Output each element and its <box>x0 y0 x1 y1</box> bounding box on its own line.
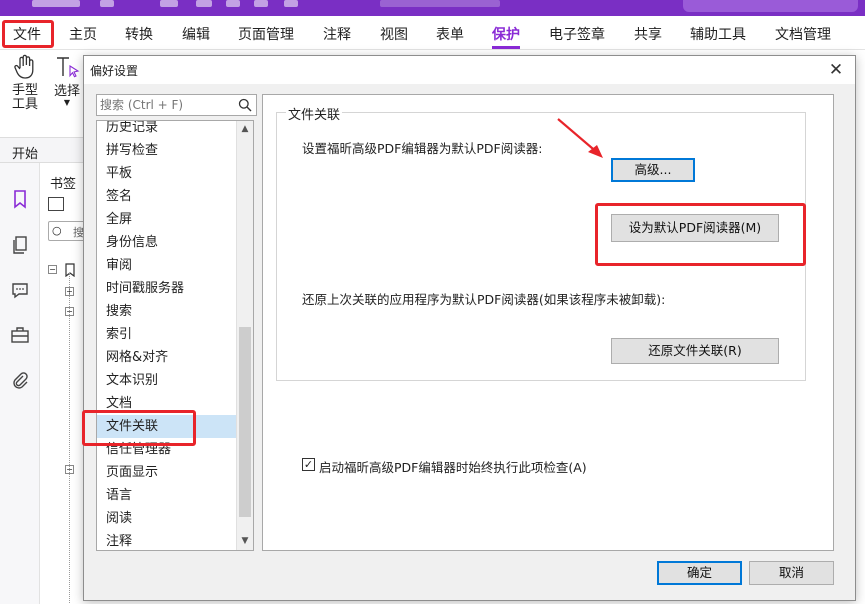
startup-check-checkbox[interactable]: ✓ <box>302 458 315 471</box>
highlight-box-file-menu <box>2 20 54 48</box>
hand-tool-button[interactable]: 手型 工具 <box>8 54 42 112</box>
highlight-box-category <box>82 410 196 446</box>
category-item[interactable]: 拼写检查 <box>97 139 237 162</box>
category-list: 历史记录 拼写检查 平板 签名 全屏 身份信息 审阅 时间戳服务器 搜索 索引 网格&对齐 文本识别文… <box>96 120 254 551</box>
select-tool-button[interactable]: 选择 ▼ <box>50 54 84 107</box>
category-item[interactable]: 历史记录 <box>97 121 237 139</box>
menu-convert[interactable]: 转换 <box>125 24 153 44</box>
annotation-arrow-icon <box>557 118 603 158</box>
select-text-icon <box>57 57 80 78</box>
bookmark-node-icon <box>65 263 75 277</box>
app-title-strip <box>0 0 865 16</box>
advanced-button[interactable]: 高级... <box>611 158 695 182</box>
tree-guide-line <box>69 273 70 603</box>
category-item[interactable]: 网格&对齐 <box>97 346 237 369</box>
checkmark-icon: ✓ <box>303 458 314 471</box>
preferences-dialog: 偏好设置 ✕ 历史记录拼写检查平板签名全屏身份信息审阅时间戳服务器搜索索引网格&… <box>83 55 856 601</box>
hand-icon <box>14 54 34 79</box>
app-logo <box>32 0 80 7</box>
menu-form[interactable]: 表单 <box>436 24 464 44</box>
attachment-icon[interactable] <box>10 371 30 391</box>
customize-icon[interactable] <box>284 0 298 7</box>
category-item[interactable]: 文本识别 <box>97 369 237 392</box>
restore-label: 还原上次关联的应用程序为默认PDF阅读器(如果该程序未被卸载): <box>302 292 666 307</box>
category-item[interactable]: 阅读 <box>97 507 237 530</box>
category-item[interactable]: 平板 <box>97 162 237 185</box>
scroll-up-icon[interactable]: ▲ <box>237 121 253 138</box>
bookmark-pane: 书签 ○ 搜 − + − − <box>40 163 88 604</box>
undo-icon[interactable] <box>226 0 240 7</box>
ok-button[interactable]: 确定 <box>657 561 742 585</box>
left-side-rail <box>0 163 40 604</box>
set-default-label: 设置福昕高级PDF编辑器为默认PDF阅读器: <box>302 141 543 156</box>
redo-icon[interactable] <box>254 0 268 7</box>
menu-protect[interactable]: 保护 <box>492 24 520 49</box>
menu-share[interactable]: 共享 <box>634 24 662 44</box>
document-title <box>380 0 500 7</box>
category-item[interactable]: 时间戳服务器 <box>97 277 237 300</box>
menu-doc-manage[interactable]: 文档管理 <box>775 24 831 44</box>
cancel-button[interactable]: 取消 <box>749 561 834 585</box>
start-tab[interactable]: 开始 <box>12 143 38 162</box>
dialog-title: 偏好设置 <box>90 64 139 78</box>
highlight-box-default-button <box>595 203 806 266</box>
menu-comment[interactable]: 注释 <box>323 24 351 44</box>
category-item[interactable]: 搜索 <box>97 300 237 323</box>
category-item[interactable]: 页面显示 <box>97 461 237 484</box>
ribbon-toolbar: 手型 工具 选择 ▼ <box>0 50 84 132</box>
toolbox-icon[interactable] <box>10 325 30 345</box>
menu-home[interactable]: 主页 <box>69 24 97 44</box>
menu-accessibility[interactable]: 辅助工具 <box>690 24 746 44</box>
menu-e-signature[interactable]: 电子签章 <box>549 24 605 44</box>
preferences-search-input[interactable] <box>100 96 232 114</box>
scroll-down-icon[interactable]: ▼ <box>237 533 253 550</box>
quick-access-icon[interactable] <box>100 0 114 7</box>
category-items: 历史记录 拼写检查 平板 签名 全屏 身份信息 审阅 时间戳服务器 搜索 索引 网格&对齐 文本识别文… <box>97 121 237 550</box>
category-item[interactable]: 注释 <box>97 530 237 550</box>
pages-icon[interactable] <box>10 235 30 255</box>
menu-view[interactable]: 视图 <box>380 24 408 44</box>
close-icon[interactable]: ✕ <box>825 59 847 81</box>
save-icon[interactable] <box>160 0 178 7</box>
category-item[interactable]: 签名 <box>97 185 237 208</box>
ribbon-menubar: 文件 主页 转换 编辑 页面管理 注释 视图 表单 保护 电子签章 共享 辅助工… <box>0 16 865 50</box>
category-item[interactable]: 审阅 <box>97 254 237 277</box>
bookmark-search-input[interactable]: ○ 搜 <box>48 221 88 241</box>
bookmark-pane-title: 书签 <box>50 177 77 192</box>
group-title: 文件关联 <box>286 104 343 123</box>
startup-check-label[interactable]: 启动福昕高级PDF编辑器时始终执行此项检查(A) <box>319 457 587 476</box>
category-item[interactable]: 身份信息 <box>97 231 237 254</box>
dialog-titlebar: 偏好设置 ✕ <box>84 56 855 84</box>
category-item[interactable]: 索引 <box>97 323 237 346</box>
print-icon[interactable] <box>196 0 212 7</box>
category-item[interactable]: 语言 <box>97 484 237 507</box>
search-icon: ○ <box>52 224 62 237</box>
category-item[interactable]: 全屏 <box>97 208 237 231</box>
menu-page-manage[interactable]: 页面管理 <box>238 24 294 44</box>
restore-association-button[interactable]: 还原文件关联(R) <box>611 338 779 364</box>
settings-panel: 文件关联 设置福昕高级PDF编辑器为默认PDF阅读器: 高级... 设为默认PD… <box>262 94 834 551</box>
menu-edit[interactable]: 编辑 <box>182 24 210 44</box>
search-icon[interactable] <box>238 98 252 112</box>
preferences-search-box <box>96 94 257 116</box>
comment-icon[interactable] <box>10 280 30 300</box>
select-dropdown-icon[interactable]: ▼ <box>50 99 84 107</box>
top-search-box[interactable] <box>683 0 858 12</box>
category-scrollbar[interactable]: ▲ ▼ <box>236 121 253 550</box>
select-tool-label: 选择 <box>53 84 80 99</box>
start-tab-bar: 开始 <box>0 137 84 163</box>
hand-tool-label: 手型 工具 <box>11 83 38 112</box>
bookmark-icon[interactable] <box>10 189 30 209</box>
tree-collapse-icon[interactable]: − <box>48 265 57 274</box>
scrollbar-thumb[interactable] <box>239 327 251 517</box>
bookmark-options-icon[interactable] <box>48 197 64 211</box>
